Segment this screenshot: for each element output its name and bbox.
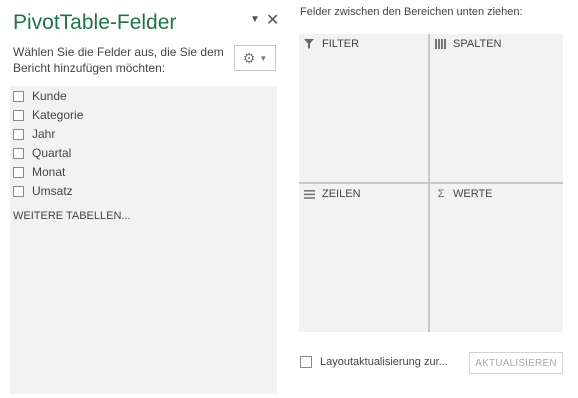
- field-checkbox[interactable]: [13, 109, 24, 121]
- filter-area-header: FILTER: [304, 38, 359, 50]
- columns-area-header: SPALTEN: [435, 38, 502, 50]
- chevron-down-icon: ▼: [259, 53, 268, 63]
- area-divider-horizontal: [299, 182, 563, 184]
- field-item-kunde[interactable]: Kunde: [13, 88, 67, 104]
- defer-layout-update-label: Layoutaktualisierung zur...: [320, 356, 448, 368]
- rows-area-label: ZEILEN: [322, 188, 361, 200]
- field-checkbox[interactable]: [13, 128, 24, 140]
- areas-pane: Felder zwischen den Bereichen unten zieh…: [290, 0, 578, 398]
- field-label: Kategorie: [32, 108, 84, 122]
- field-label: Kunde: [32, 89, 67, 103]
- field-item-umsatz[interactable]: Umsatz: [13, 183, 73, 199]
- values-area-header: Σ WERTE: [435, 188, 493, 200]
- field-list: Kunde Kategorie Jahr Quartal Monat Umsat…: [10, 86, 277, 394]
- field-checkbox[interactable]: [13, 147, 24, 159]
- more-tables-link[interactable]: WEITERE TABELLEN...: [13, 210, 131, 222]
- field-checkbox[interactable]: [13, 185, 24, 197]
- rows-area[interactable]: ZEILEN: [299, 184, 428, 332]
- field-item-monat[interactable]: Monat: [13, 164, 65, 180]
- defer-layout-update-checkbox[interactable]: [300, 356, 312, 368]
- columns-area[interactable]: SPALTEN: [430, 34, 563, 182]
- pane-options-dropdown-icon[interactable]: ▼: [250, 14, 260, 25]
- rows-icon: [304, 189, 316, 199]
- gear-icon: ⚙: [242, 50, 256, 66]
- tools-button[interactable]: ⚙ ▼: [234, 45, 276, 71]
- filter-area[interactable]: FILTER: [299, 34, 428, 182]
- field-item-quartal[interactable]: Quartal: [13, 145, 71, 161]
- rows-area-header: ZEILEN: [304, 188, 361, 200]
- values-area[interactable]: Σ WERTE: [430, 184, 563, 332]
- field-checkbox[interactable]: [13, 90, 24, 102]
- field-label: Jahr: [32, 127, 56, 141]
- update-button[interactable]: AKTUALISIEREN: [469, 352, 563, 374]
- field-item-kategorie[interactable]: Kategorie: [13, 107, 83, 123]
- sigma-icon: Σ: [437, 188, 445, 200]
- field-label: Umsatz: [32, 184, 73, 198]
- filter-area-label: FILTER: [322, 38, 360, 50]
- values-area-label: WERTE: [453, 188, 493, 200]
- field-checkbox[interactable]: [13, 166, 24, 178]
- columns-icon: [435, 39, 447, 49]
- pane-description: Wählen Sie die Felder aus, die Sie dem B…: [13, 45, 224, 75]
- columns-area-label: SPALTEN: [453, 38, 502, 50]
- field-item-jahr[interactable]: Jahr: [13, 126, 55, 142]
- field-list-pane: PivotTable-Felder ▼ ✕ Wählen Sie die Fel…: [0, 0, 290, 398]
- areas-hint: Felder zwischen den Bereichen unten zieh…: [300, 6, 523, 18]
- field-label: Monat: [32, 165, 66, 179]
- close-icon[interactable]: ✕: [266, 10, 279, 30]
- field-label: Quartal: [32, 146, 72, 160]
- pane-title: PivotTable-Felder: [13, 11, 177, 34]
- defer-layout-update-option[interactable]: Layoutaktualisierung zur...: [300, 356, 448, 368]
- filter-icon: [304, 39, 316, 49]
